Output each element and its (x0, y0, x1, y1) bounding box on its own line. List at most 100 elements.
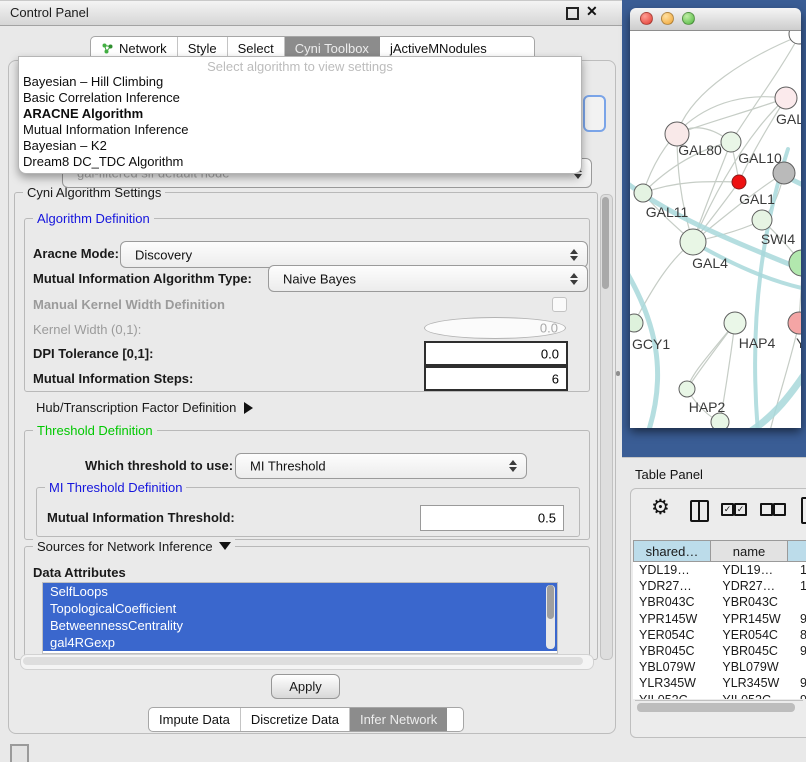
manual-kernel-checkbox[interactable] (552, 297, 567, 312)
table-row[interactable]: YBR045CYBR045C9. (633, 643, 806, 659)
dropdown-item-basic-correlation[interactable]: Basic Correlation Inference (19, 90, 581, 106)
close-panel-icon[interactable]: ✕ (586, 3, 598, 20)
table-panel-box: ⚙ ✓ ✓ shared… name YDL19…YDL19…13 YDR27…… (630, 488, 806, 738)
which-threshold-combo[interactable]: MI Threshold (235, 453, 527, 479)
table-header-row: shared… name (633, 540, 806, 562)
network-node-gal11[interactable] (634, 184, 652, 202)
apply-button[interactable]: Apply (271, 674, 340, 699)
close-window-icon[interactable] (640, 12, 653, 25)
dpi-tolerance-input[interactable]: 0.0 (424, 341, 568, 366)
settings-vertical-scrollbar[interactable] (600, 194, 613, 660)
table-row[interactable]: YBL079WYBL079W (633, 659, 806, 675)
dropdown-item-mutual-information[interactable]: Mutual Information Inference (19, 122, 581, 138)
attribute-topologicalcoefficient[interactable]: TopologicalCoefficient (43, 600, 557, 617)
node-label: GAL80 (678, 142, 722, 158)
network-node-gal1[interactable] (752, 210, 772, 230)
table-horizontal-scrollbar[interactable] (635, 700, 803, 714)
control-panel-titlebar: Control Panel ✕ (0, 0, 622, 26)
network-node[interactable] (789, 31, 801, 44)
dropdown-item-aracne[interactable]: ARACNE Algorithm (19, 106, 581, 122)
mi-algorithm-type-combo[interactable]: Naive Bayes (268, 265, 588, 292)
data-attributes-list: SelfLoops TopologicalCoefficient Between… (42, 582, 558, 654)
aracne-mode-combo[interactable]: Discovery (120, 241, 588, 268)
kernel-width-label: Kernel Width (0,1): (33, 322, 141, 337)
node-label: HAP2 (689, 399, 726, 415)
tab-impute-data[interactable]: Impute Data (149, 708, 241, 731)
unchecked-checkbox-icon[interactable] (773, 503, 786, 516)
checked-checkbox-icon[interactable]: ✓ (734, 503, 747, 516)
network-window-titlebar[interactable] (630, 8, 801, 31)
gear-icon[interactable]: ⚙ (651, 495, 670, 520)
app-root: Control Panel ✕ Network Style Select Cyn… (0, 0, 806, 762)
hub-definition-expander[interactable]: Hub/Transcription Factor Definition (36, 400, 253, 415)
threshold-definition-legend: Threshold Definition (33, 423, 157, 438)
aracne-mode-label: Aracne Mode: (33, 246, 119, 261)
manual-kernel-label: Manual Kernel Width Definition (33, 297, 225, 312)
panel-divider-handle[interactable] (616, 371, 620, 376)
attribute-selfloops[interactable]: SelfLoops (43, 583, 557, 600)
kernel-width-input[interactable]: 0.0 (424, 317, 566, 339)
dropdown-item-bayesian-k2[interactable]: Bayesian – K2 (19, 138, 581, 154)
table-panel: Table Panel ⚙ ✓ ✓ shared… name YDL19…YDL… (622, 457, 806, 762)
network-node-hap2[interactable] (679, 381, 695, 397)
table-body[interactable]: YDL19…YDL19…13 YDR27…YDR27…12 YBR043CYBR… (633, 562, 806, 699)
sources-legend[interactable]: Sources for Network Inference (33, 539, 235, 554)
table-row[interactable]: YLR345WYLR345W9. (633, 675, 806, 691)
table-row[interactable]: YDL19…YDL19…13 (633, 562, 806, 578)
tab-network-label: Network (119, 41, 167, 56)
checked-checkbox-icon[interactable]: ✓ (721, 503, 734, 516)
zoom-window-icon[interactable] (682, 12, 695, 25)
column-header-name[interactable]: name (711, 540, 788, 562)
network-node-y[interactable] (788, 312, 801, 334)
unchecked-checkbox-icon[interactable] (760, 503, 773, 516)
data-attributes-label: Data Attributes (33, 565, 126, 580)
attribute-betweennesscentrality[interactable]: BetweennessCentrality (43, 617, 557, 634)
table-row[interactable]: YIL052CYIL052C9 (633, 692, 806, 700)
node-label: GCY1 (632, 336, 670, 352)
dpi-tolerance-label: DPI Tolerance [0,1]: (33, 346, 153, 361)
network-node-gal4[interactable] (680, 229, 706, 255)
panel-dock-icon[interactable] (10, 744, 29, 762)
table-row[interactable]: YPR145WYPR145W9. (633, 611, 806, 627)
network-node-gcy1[interactable] (630, 314, 643, 332)
which-threshold-label: Which threshold to use: (85, 458, 233, 473)
column-header-clipped[interactable] (788, 540, 806, 562)
network-edge[interactable] (687, 323, 735, 389)
table-row[interactable]: YBR043CYBR043C (633, 594, 806, 610)
network-edge[interactable] (643, 182, 739, 193)
attribute-gal4rgexp[interactable]: gal4RGexp (43, 634, 557, 651)
tab-infer-network[interactable]: Infer Network (350, 708, 447, 731)
column-browser-icon[interactable] (690, 500, 709, 522)
algorithm-dropdown-list: Select algorithm to view settings Bayesi… (18, 56, 582, 174)
dropdown-item-dream8[interactable]: Dream8 DC_TDC Algorithm (19, 154, 581, 170)
attribute-list-scrollbar[interactable] (546, 585, 555, 649)
network-node-gal[interactable] (775, 87, 797, 109)
network-node-swi4[interactable] (789, 250, 801, 276)
mi-steps-input[interactable]: 6 (424, 366, 568, 391)
minimize-window-icon[interactable] (661, 12, 674, 25)
network-view-window: GALGAL80GAL10GAL1GAL11GAL4SWI4GCY1HAP4YH… (630, 8, 801, 427)
new-table-icon[interactable] (801, 497, 806, 524)
dropdown-item-bayesian-hill[interactable]: Bayesian – Hill Climbing (19, 74, 581, 90)
settings-horizontal-scrollbar[interactable] (20, 654, 594, 670)
table-row[interactable]: YER054CYER054C8. (633, 627, 806, 643)
hub-definition-label: Hub/Transcription Factor Definition (36, 400, 236, 415)
node-label: GAL11 (646, 204, 689, 220)
dropdown-placeholder: Select algorithm to view settings (19, 57, 581, 74)
network-node[interactable] (732, 175, 746, 189)
float-panel-icon[interactable] (566, 7, 579, 20)
network-edge[interactable] (677, 98, 786, 134)
mi-algorithm-type-label: Mutual Information Algorithm Type: (33, 271, 252, 286)
control-panel-title: Control Panel (10, 5, 89, 20)
network-node-hap4[interactable] (724, 312, 746, 334)
settings-scrollbar-thumb[interactable] (602, 197, 609, 289)
mi-threshold-input[interactable]: 0.5 (420, 505, 564, 531)
tab-discretize-data[interactable]: Discretize Data (241, 708, 350, 731)
expander-arrow-icon (244, 402, 253, 414)
network-node-gal10[interactable] (721, 132, 741, 152)
column-header-shared[interactable]: shared… (633, 540, 711, 562)
network-node[interactable] (711, 413, 729, 428)
table-row[interactable]: YDR27…YDR27…12 (633, 578, 806, 594)
network-canvas[interactable]: GALGAL80GAL10GAL1GAL11GAL4SWI4GCY1HAP4YH… (630, 31, 801, 428)
cyni-bottom-tabs: Impute Data Discretize Data Infer Networ… (148, 707, 464, 732)
